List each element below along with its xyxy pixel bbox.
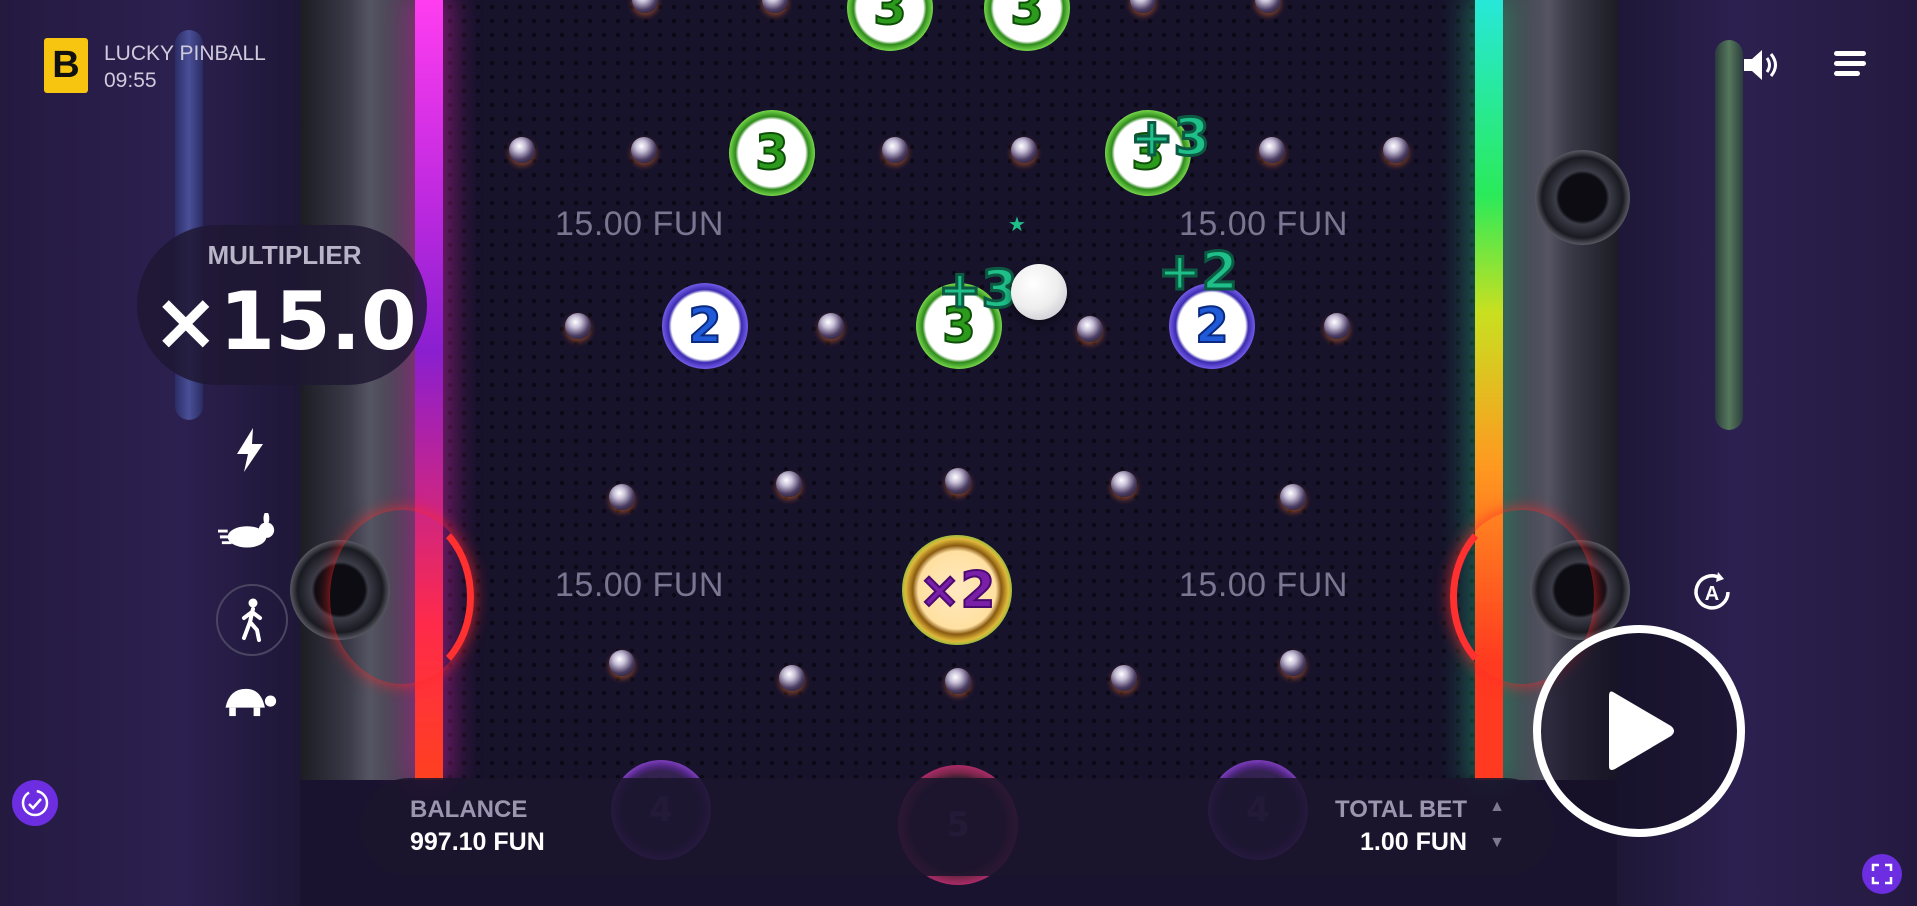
peg [945, 668, 971, 694]
prize-label: 15.00 FUN [555, 566, 724, 604]
multiplier-value: ×15.0 [152, 275, 417, 368]
svg-text:A: A [1705, 583, 1719, 605]
play-icon [1609, 691, 1674, 770]
menu-icon[interactable] [1834, 46, 1866, 81]
peg [609, 484, 635, 510]
peg [1280, 650, 1306, 676]
sparkle-icon: ★ [1008, 214, 1026, 236]
peg [945, 468, 971, 494]
peg [1259, 137, 1285, 163]
left-red-arc [330, 510, 474, 684]
fullscreen-icon [1871, 863, 1893, 885]
prize-label: 15.00 FUN [1179, 205, 1348, 243]
total-bet-label: TOTAL BET [1335, 796, 1467, 823]
responsible-gaming-button[interactable] [12, 780, 58, 826]
sound-icon[interactable] [1740, 45, 1780, 85]
clock-hand-icon [21, 789, 49, 817]
play-button[interactable] [1533, 625, 1745, 837]
walking-person-icon[interactable] [216, 584, 288, 656]
pinball [1011, 264, 1067, 320]
peg [1011, 137, 1037, 163]
peg [776, 471, 802, 497]
prize-label: 15.00 FUN [1179, 566, 1348, 604]
bonus-popup: +2 [1157, 241, 1240, 304]
balance-value: 997.10 FUN [410, 828, 545, 856]
right-tube [1715, 40, 1743, 430]
peg [509, 137, 535, 163]
turtle-icon[interactable] [218, 672, 278, 732]
multiplier-label: MULTIPLIER [207, 240, 362, 270]
peg [818, 313, 844, 339]
prize-label: 15.00 FUN [555, 205, 724, 243]
bet-increase-button[interactable]: ▲ [1487, 798, 1507, 816]
peg [1280, 484, 1306, 510]
ball-launcher [1535, 150, 1630, 245]
peg [1383, 137, 1409, 163]
balance-label: BALANCE [410, 796, 528, 823]
total-bet-value: 1.00 FUN [1360, 828, 1467, 856]
bet-decrease-button[interactable]: ▼ [1487, 834, 1507, 852]
peg [1111, 471, 1137, 497]
peg [1324, 313, 1350, 339]
peg [1111, 665, 1137, 691]
fullscreen-button[interactable] [1862, 854, 1902, 894]
bumper-3: 3 [729, 110, 815, 196]
multiplier-bumper: ×2 [902, 535, 1012, 645]
brand-logo: B [44, 38, 88, 93]
game-title: LUCKY PINBALL [104, 42, 266, 65]
peg [779, 665, 805, 691]
peg [631, 137, 657, 163]
peg [882, 137, 908, 163]
peg [609, 650, 635, 676]
rabbit-icon[interactable] [218, 503, 278, 563]
bonus-popup: +3 [937, 259, 1020, 322]
bumper-2: 2 [662, 283, 748, 369]
peg [565, 313, 591, 339]
autoplay-icon[interactable]: A [1690, 570, 1734, 614]
playfield [443, 0, 1475, 780]
bottom-bar [360, 778, 1555, 876]
bonus-popup: +3 [1129, 107, 1212, 170]
lightning-icon[interactable] [220, 420, 280, 480]
peg [1077, 316, 1103, 342]
clock: 09:55 [104, 69, 157, 92]
